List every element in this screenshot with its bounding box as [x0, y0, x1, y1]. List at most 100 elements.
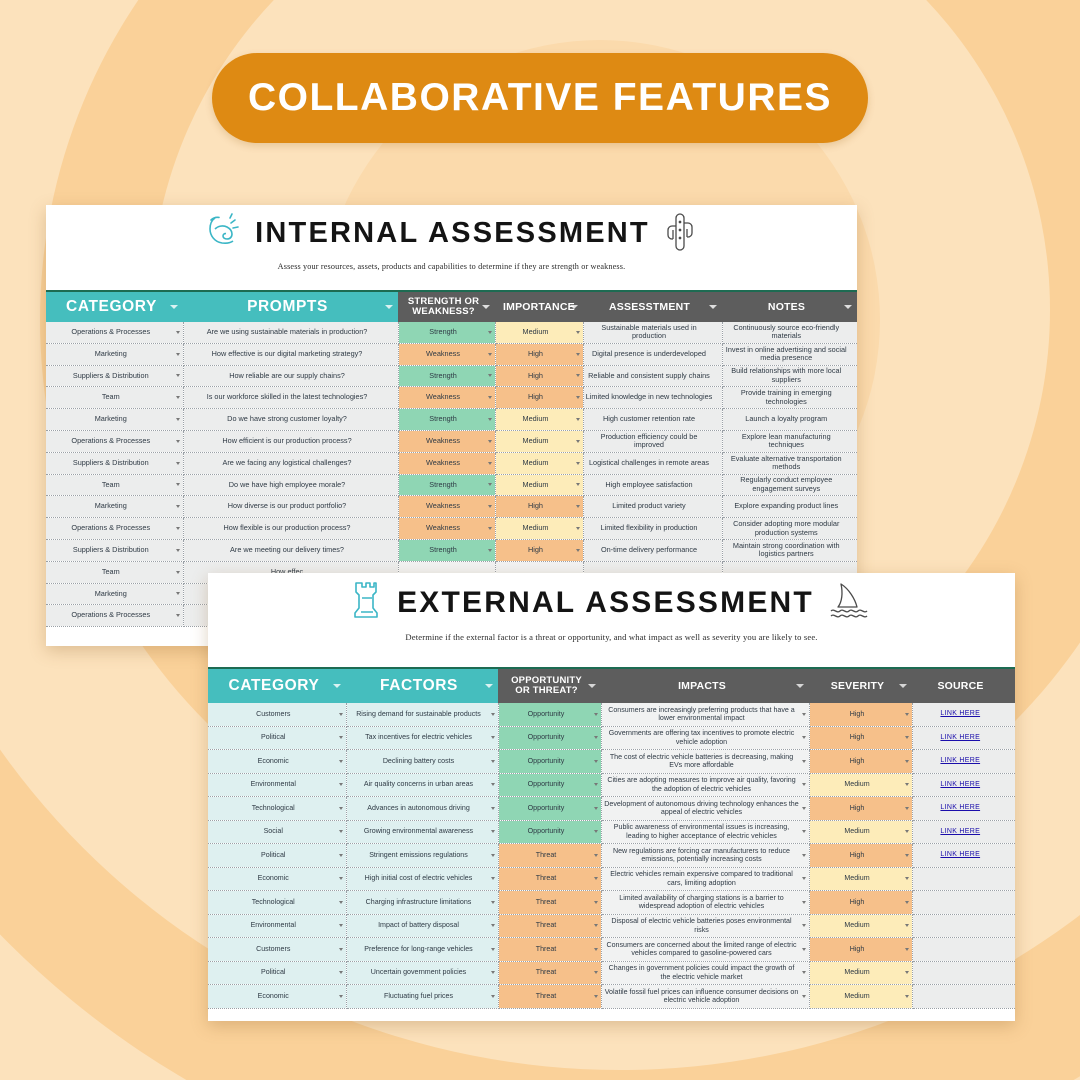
cell-source[interactable]: LINK HERE — [912, 843, 1015, 868]
cell-importance[interactable]: High — [495, 365, 584, 388]
cell-strength-weakness[interactable]: Weakness — [398, 517, 496, 540]
cell-importance[interactable]: Medium — [495, 474, 584, 497]
cell-importance[interactable]: Medium — [495, 452, 584, 475]
cell-prompt[interactable]: Are we facing any logistical challenges? — [183, 452, 399, 475]
cell-impact[interactable]: Disposal of electric vehicle batteries p… — [601, 914, 810, 938]
chevron-down-icon[interactable] — [575, 461, 580, 465]
external-col-impacts[interactable]: IMPACTS — [601, 667, 809, 703]
chevron-down-icon[interactable] — [487, 505, 492, 509]
external-assessment-card[interactable]: EXTERNAL ASSESSMENT Determine if the ext… — [208, 573, 1015, 1021]
cell-strength-weakness[interactable]: Strength — [398, 365, 496, 388]
cell-severity[interactable]: Medium — [809, 820, 913, 844]
table-row[interactable]: Technological Charging infrastructure lim… — [208, 890, 1015, 915]
chevron-down-icon[interactable] — [904, 853, 909, 857]
table-row[interactable]: Economic High initial cost of electric ve… — [208, 867, 1015, 891]
cell-prompt[interactable]: How flexible is our production process? — [183, 517, 399, 540]
chevron-down-icon[interactable] — [801, 736, 806, 740]
chevron-down-icon[interactable] — [575, 330, 580, 334]
cell-severity[interactable]: Medium — [809, 773, 913, 797]
cell-strength-weakness[interactable]: Weakness — [398, 343, 496, 366]
chevron-down-icon[interactable] — [899, 684, 907, 688]
chevron-down-icon[interactable] — [801, 924, 806, 928]
chevron-down-icon[interactable] — [490, 783, 495, 787]
cell-category[interactable]: Operations & Processes — [46, 517, 184, 540]
source-link[interactable]: LINK HERE — [940, 734, 980, 741]
cell-factor[interactable]: Fluctuating fuel prices — [346, 984, 499, 1009]
chevron-down-icon[interactable] — [333, 684, 341, 688]
chevron-down-icon[interactable] — [801, 806, 806, 810]
table-row[interactable]: Customers Rising demand for sustainable p… — [208, 703, 1015, 727]
external-col-severity[interactable]: SEVERITY — [809, 667, 912, 703]
chevron-down-icon[interactable] — [490, 877, 495, 881]
chevron-down-icon[interactable] — [904, 947, 909, 951]
cell-severity[interactable]: High — [809, 726, 913, 750]
chevron-down-icon[interactable] — [593, 806, 598, 810]
cell-category[interactable]: Marketing — [46, 495, 184, 519]
chevron-down-icon[interactable] — [490, 759, 495, 763]
cell-opportunity-threat[interactable]: Opportunity — [498, 726, 602, 750]
chevron-down-icon[interactable] — [575, 548, 580, 552]
table-row[interactable]: Customers Preference for long-range vehic… — [208, 937, 1015, 962]
table-row[interactable]: Team Is our workforce skilled in the late… — [46, 386, 857, 410]
chevron-down-icon[interactable] — [482, 305, 490, 309]
cell-source[interactable]: LINK HERE — [912, 796, 1015, 821]
external-col-opportunity-threat[interactable]: OPPORTUNITY OR THREAT? — [498, 667, 601, 703]
cell-factor[interactable]: Growing environmental awareness — [346, 820, 499, 844]
cell-prompt[interactable]: How effective is our digital marketing s… — [183, 343, 399, 366]
cell-assessment[interactable]: Reliable and consistent supply chains — [583, 365, 723, 388]
cell-impact[interactable]: Limited availability of charging station… — [601, 890, 810, 915]
cell-source[interactable] — [912, 961, 1015, 985]
chevron-down-icon[interactable] — [487, 439, 492, 443]
chevron-down-icon[interactable] — [593, 783, 598, 787]
cell-category[interactable]: Team — [46, 386, 184, 410]
chevron-down-icon[interactable] — [487, 461, 492, 465]
source-link[interactable]: LINK HERE — [940, 851, 980, 858]
chevron-down-icon[interactable] — [570, 305, 578, 309]
cell-factor[interactable]: Advances in autonomous driving — [346, 796, 499, 821]
chevron-down-icon[interactable] — [904, 759, 909, 763]
cell-strength-weakness[interactable]: Strength — [398, 322, 496, 344]
cell-severity[interactable]: High — [809, 937, 913, 962]
chevron-down-icon[interactable] — [175, 396, 180, 400]
cell-severity[interactable]: Medium — [809, 984, 913, 1009]
internal-col-category[interactable]: CATEGORY — [46, 290, 183, 322]
cell-source[interactable] — [912, 984, 1015, 1009]
cell-notes[interactable]: Maintain strong coordination with logist… — [722, 539, 857, 562]
cell-category[interactable]: Customers — [208, 703, 347, 727]
table-row[interactable]: Political Uncertain government policies Th… — [208, 961, 1015, 985]
cell-source[interactable]: LINK HERE — [912, 749, 1015, 774]
chevron-down-icon[interactable] — [801, 783, 806, 787]
chevron-down-icon[interactable] — [175, 330, 180, 334]
table-row[interactable]: Suppliers & Distribution Are we meeting o… — [46, 539, 857, 562]
cell-opportunity-threat[interactable]: Opportunity — [498, 796, 602, 821]
cell-strength-weakness[interactable]: Weakness — [398, 386, 496, 410]
cell-category[interactable]: Marketing — [46, 408, 184, 431]
chevron-down-icon[interactable] — [175, 548, 180, 552]
cell-prompt[interactable]: How efficient is our production process? — [183, 430, 399, 453]
cell-category[interactable]: Operations & Processes — [46, 604, 184, 628]
cell-factor[interactable]: Preference for long-range vehicles — [346, 937, 499, 962]
cell-source[interactable] — [912, 914, 1015, 938]
cell-category[interactable]: Political — [208, 726, 347, 750]
chevron-down-icon[interactable] — [385, 305, 393, 309]
chevron-down-icon[interactable] — [338, 994, 343, 998]
cell-impact[interactable]: Volatile fossil fuel prices can influenc… — [601, 984, 810, 1009]
cell-category[interactable]: Environmental — [208, 914, 347, 938]
cell-source[interactable] — [912, 890, 1015, 915]
cell-factor[interactable]: Impact of battery disposal — [346, 914, 499, 938]
cell-category[interactable]: Operations & Processes — [46, 322, 184, 344]
cell-strength-weakness[interactable]: Weakness — [398, 452, 496, 475]
table-row[interactable]: Environmental Impact of battery disposal T… — [208, 914, 1015, 938]
table-row[interactable]: Political Stringent emissions regulations… — [208, 843, 1015, 868]
chevron-down-icon[interactable] — [338, 924, 343, 928]
chevron-down-icon[interactable] — [904, 806, 909, 810]
internal-col-assessment[interactable]: ASSESSTMENT — [583, 290, 722, 322]
chevron-down-icon[interactable] — [801, 947, 806, 951]
cell-category[interactable]: Operations & Processes — [46, 430, 184, 453]
chevron-down-icon[interactable] — [338, 853, 343, 857]
chevron-down-icon[interactable] — [575, 439, 580, 443]
chevron-down-icon[interactable] — [490, 830, 495, 834]
chevron-down-icon[interactable] — [487, 418, 492, 422]
cell-assessment[interactable]: Digital presence is underdeveloped — [583, 343, 723, 366]
chevron-down-icon[interactable] — [338, 971, 343, 975]
